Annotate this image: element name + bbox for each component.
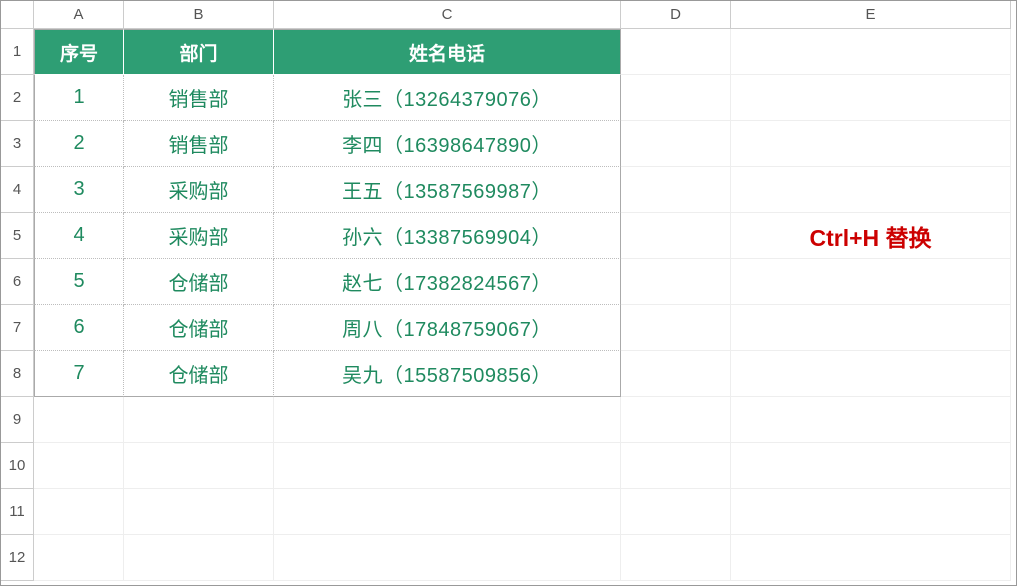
row-header-1[interactable]: 1 [1, 29, 34, 75]
cell-C4[interactable]: 王五（13587569987） [274, 167, 621, 213]
cell-C6[interactable]: 赵七（17382824567） [274, 259, 621, 305]
row-header-4[interactable]: 4 [1, 167, 34, 213]
cell-B12[interactable] [124, 535, 274, 581]
cell-C11[interactable] [274, 489, 621, 535]
row-header-2[interactable]: 2 [1, 75, 34, 121]
row-header-12[interactable]: 12 [1, 535, 34, 581]
cell-E9[interactable] [731, 397, 1011, 443]
cell-B11[interactable] [124, 489, 274, 535]
cell-B9[interactable] [124, 397, 274, 443]
cell-A9[interactable] [34, 397, 124, 443]
cell-A11[interactable] [34, 489, 124, 535]
cell-B4[interactable]: 采购部 [124, 167, 274, 213]
cell-D8[interactable] [621, 351, 731, 397]
cell-A8[interactable]: 7 [34, 351, 124, 397]
cell-E12[interactable] [731, 535, 1011, 581]
cell-C5[interactable]: 孙六（13387569904） [274, 213, 621, 259]
cell-D9[interactable] [621, 397, 731, 443]
cell-A4[interactable]: 3 [34, 167, 124, 213]
row-header-7[interactable]: 7 [1, 305, 34, 351]
row-header-10[interactable]: 10 [1, 443, 34, 489]
cell-A2[interactable]: 1 [34, 75, 124, 121]
table-header-b[interactable]: 部门 [124, 29, 274, 75]
cell-C3[interactable]: 李四（16398647890） [274, 121, 621, 167]
cell-E11[interactable] [731, 489, 1011, 535]
cell-D4[interactable] [621, 167, 731, 213]
row-header-6[interactable]: 6 [1, 259, 34, 305]
cell-C2[interactable]: 张三（13264379076） [274, 75, 621, 121]
cell-C8[interactable]: 吴九（15587509856） [274, 351, 621, 397]
cell-B3[interactable]: 销售部 [124, 121, 274, 167]
cell-C12[interactable] [274, 535, 621, 581]
table-header-c[interactable]: 姓名电话 [274, 29, 621, 75]
cell-D12[interactable] [621, 535, 731, 581]
cell-D6[interactable] [621, 259, 731, 305]
cell-E2[interactable] [731, 75, 1011, 121]
cell-C9[interactable] [274, 397, 621, 443]
cell-C10[interactable] [274, 443, 621, 489]
row-header-9[interactable]: 9 [1, 397, 34, 443]
cell-E1[interactable] [731, 29, 1011, 75]
grid: A B C D E 1 序号 部门 姓名电话 2 1 销售部 张三（132643… [1, 1, 1016, 581]
cell-E6[interactable] [731, 259, 1011, 305]
cell-E3[interactable] [731, 121, 1011, 167]
annotation-text: Ctrl+H 替换 [731, 213, 1011, 259]
cell-C7[interactable]: 周八（17848759067） [274, 305, 621, 351]
cell-A6[interactable]: 5 [34, 259, 124, 305]
col-header-E[interactable]: E [731, 1, 1011, 29]
cell-D3[interactable] [621, 121, 731, 167]
cell-B6[interactable]: 仓储部 [124, 259, 274, 305]
cell-D1[interactable] [621, 29, 731, 75]
cell-D5[interactable] [621, 213, 731, 259]
cell-B8[interactable]: 仓储部 [124, 351, 274, 397]
cell-B10[interactable] [124, 443, 274, 489]
col-header-B[interactable]: B [124, 1, 274, 29]
cell-D10[interactable] [621, 443, 731, 489]
select-all-corner[interactable] [1, 1, 34, 29]
cell-E4[interactable] [731, 167, 1011, 213]
cell-B2[interactable]: 销售部 [124, 75, 274, 121]
cell-A3[interactable]: 2 [34, 121, 124, 167]
row-header-8[interactable]: 8 [1, 351, 34, 397]
row-header-5[interactable]: 5 [1, 213, 34, 259]
row-header-11[interactable]: 11 [1, 489, 34, 535]
row-header-3[interactable]: 3 [1, 121, 34, 167]
table-header-a[interactable]: 序号 [34, 29, 124, 75]
col-header-C[interactable]: C [274, 1, 621, 29]
cell-E8[interactable] [731, 351, 1011, 397]
cell-A5[interactable]: 4 [34, 213, 124, 259]
cell-A10[interactable] [34, 443, 124, 489]
col-header-D[interactable]: D [621, 1, 731, 29]
col-header-A[interactable]: A [34, 1, 124, 29]
cell-A12[interactable] [34, 535, 124, 581]
cell-D2[interactable] [621, 75, 731, 121]
cell-B5[interactable]: 采购部 [124, 213, 274, 259]
cell-D11[interactable] [621, 489, 731, 535]
cell-A7[interactable]: 6 [34, 305, 124, 351]
cell-E7[interactable] [731, 305, 1011, 351]
spreadsheet[interactable]: A B C D E 1 序号 部门 姓名电话 2 1 销售部 张三（132643… [0, 0, 1017, 586]
cell-E10[interactable] [731, 443, 1011, 489]
cell-B7[interactable]: 仓储部 [124, 305, 274, 351]
cell-D7[interactable] [621, 305, 731, 351]
